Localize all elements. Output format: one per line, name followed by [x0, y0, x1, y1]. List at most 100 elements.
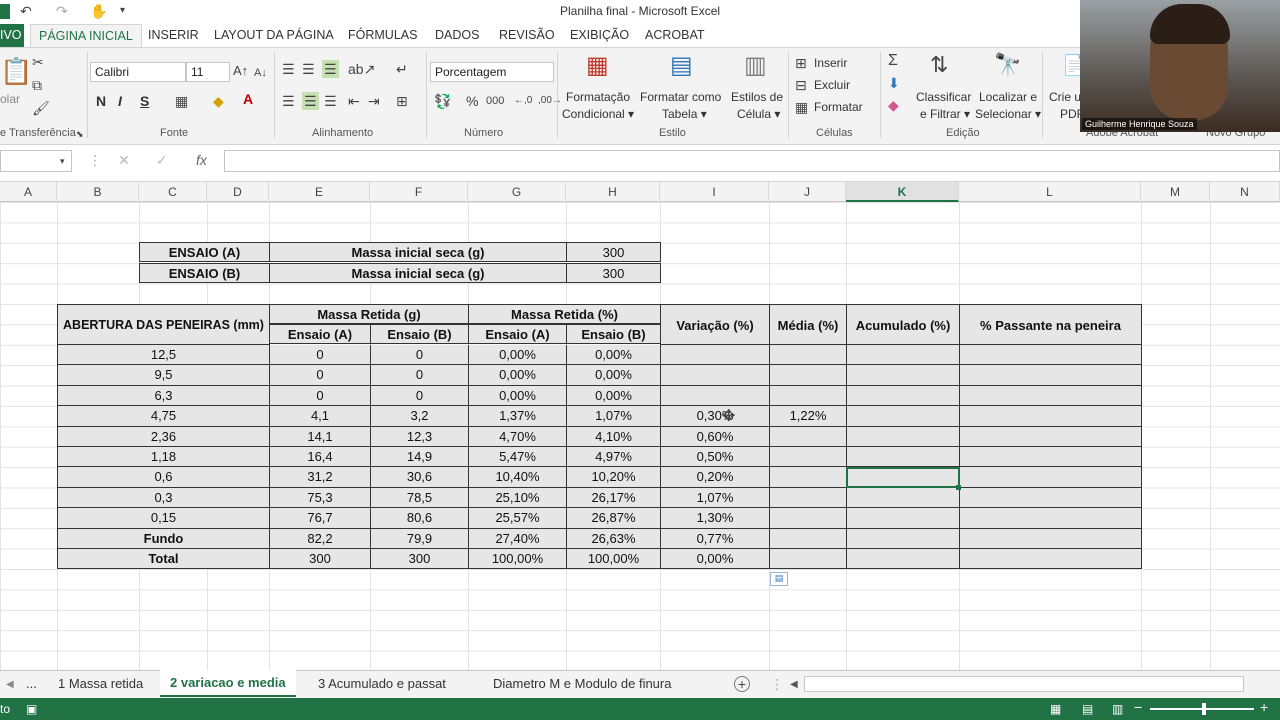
cell-variacao[interactable]: 0,60% — [660, 426, 770, 447]
cell-abertura[interactable]: 12,5 — [57, 345, 270, 366]
header-massa-g-ensaio-a[interactable]: Ensaio (A) — [269, 324, 371, 345]
column-header-i[interactable]: I — [660, 182, 769, 202]
cell-massa-pct-a[interactable]: 100,00% — [468, 549, 567, 570]
cell-massa-g-a[interactable]: 0 — [269, 345, 371, 366]
cell-media[interactable] — [769, 508, 847, 529]
cell-abertura[interactable]: 0,15 — [57, 508, 270, 529]
header-massa-g-ensaio-b[interactable]: Ensaio (B) — [370, 324, 469, 345]
formula-input[interactable] — [224, 150, 1280, 172]
tab-review[interactable]: REVISÃO — [499, 28, 555, 42]
header-massa-pct-ensaio-a[interactable]: Ensaio (A) — [468, 324, 567, 345]
cell-media[interactable] — [769, 528, 847, 549]
paste-label[interactable]: olar — [0, 92, 20, 106]
cell-abertura[interactable]: 0,3 — [57, 487, 270, 509]
decrease-decimal-icon[interactable]: ,00→ — [538, 94, 562, 108]
cell-media[interactable]: 1,22% — [769, 406, 847, 427]
fill-color-icon[interactable]: ◆ — [213, 94, 224, 108]
sort-filter-icon[interactable]: ⇅ — [930, 54, 948, 76]
cell-massa-pct-a[interactable]: 0,00% — [468, 345, 567, 366]
ensaio-a-value[interactable]: 300 — [566, 242, 661, 263]
cell-passante[interactable] — [959, 385, 1142, 407]
align-middle-icon[interactable]: ☰ — [302, 62, 315, 76]
cell-massa-pct-b[interactable]: 4,10% — [566, 426, 661, 447]
column-header-k[interactable]: K — [846, 182, 959, 202]
normal-view-icon[interactable]: ▦ — [1050, 702, 1061, 716]
cell-massa-g-b[interactable]: 12,3 — [370, 426, 469, 447]
cell-massa-g-a[interactable]: 4,1 — [269, 406, 371, 427]
autosum-icon[interactable]: Σ — [888, 53, 898, 69]
column-header-j[interactable]: J — [769, 182, 846, 202]
percent-style-icon[interactable]: % — [466, 94, 478, 108]
macro-record-icon[interactable]: ▣ — [26, 702, 37, 716]
format-as-table-icon[interactable]: ▤ — [670, 54, 693, 78]
underline-button[interactable]: S — [140, 93, 149, 109]
cell-massa-g-b[interactable]: 0 — [370, 365, 469, 386]
cell-passante[interactable] — [959, 447, 1142, 468]
header-variacao[interactable]: Variação (%) — [660, 304, 770, 345]
cell-abertura[interactable]: 4,75 — [57, 406, 270, 427]
cell-massa-pct-a[interactable]: 4,70% — [468, 426, 567, 447]
header-passante[interactable]: % Passante na peneira — [959, 304, 1142, 345]
cell-massa-g-a[interactable]: 0 — [269, 385, 371, 407]
cell-passante[interactable] — [959, 345, 1142, 366]
cell-massa-g-a[interactable]: 300 — [269, 549, 371, 570]
cell-variacao[interactable]: 0,50% — [660, 447, 770, 468]
horizontal-scrollbar[interactable] — [804, 676, 1244, 692]
format-table-line2[interactable]: Tabela ▾ — [662, 107, 707, 121]
zoom-in-icon[interactable]: + — [1260, 700, 1268, 714]
header-media[interactable]: Média (%) — [769, 304, 847, 345]
create-pdf-line1[interactable]: Crie u — [1049, 90, 1081, 104]
ensaio-a-desc[interactable]: Massa inicial seca (g) — [269, 242, 567, 263]
clipboard-launcher-icon[interactable]: ⬊ — [76, 127, 84, 141]
selected-cell-outline[interactable] — [846, 467, 960, 488]
cell-massa-pct-b[interactable]: 26,87% — [566, 508, 661, 529]
cell-massa-g-b[interactable]: 80,6 — [370, 508, 469, 529]
font-color-icon[interactable]: A — [243, 92, 253, 106]
increase-decimal-icon[interactable]: ←,0 — [514, 94, 532, 108]
cell-massa-pct-b[interactable]: 4,97% — [566, 447, 661, 468]
cell-acumulado[interactable] — [846, 385, 960, 407]
cell-massa-g-a[interactable]: 82,2 — [269, 528, 371, 549]
cell-massa-g-b[interactable]: 0 — [370, 345, 469, 366]
cell-media[interactable] — [769, 345, 847, 366]
cell-variacao[interactable]: 0,20% — [660, 467, 770, 488]
align-top-icon[interactable]: ☰ — [282, 62, 295, 76]
page-break-view-icon[interactable]: ▥ — [1112, 702, 1123, 716]
ensaio-a-label[interactable]: ENSAIO (A) — [139, 242, 270, 263]
conditional-format-icon[interactable]: ▦ — [586, 54, 609, 78]
cell-massa-pct-a[interactable]: 25,10% — [468, 487, 567, 509]
paste-icon[interactable]: 📋 — [0, 58, 32, 84]
cell-massa-g-a[interactable]: 16,4 — [269, 447, 371, 468]
cell-massa-pct-b[interactable]: 0,00% — [566, 385, 661, 407]
align-bottom-icon[interactable]: ☰ — [322, 60, 339, 78]
cell-acumulado[interactable] — [846, 487, 960, 509]
sort-filter-line1[interactable]: Classificar — [916, 90, 971, 104]
cell-abertura[interactable]: 2,36 — [57, 426, 270, 447]
cell-passante[interactable] — [959, 426, 1142, 447]
cancel-entry-icon[interactable]: ✕ — [118, 153, 130, 167]
clear-icon[interactable]: ◆ — [888, 98, 899, 112]
cell-massa-g-a[interactable]: 75,3 — [269, 487, 371, 509]
header-massa-pct[interactable]: Massa Retida (%) — [468, 304, 661, 325]
cell-massa-pct-b[interactable]: 0,00% — [566, 345, 661, 366]
zoom-out-icon[interactable]: − — [1134, 700, 1142, 714]
ensaio-b-value[interactable]: 300 — [566, 263, 661, 284]
tab-file[interactable]: IVO — [0, 24, 24, 48]
cell-abertura[interactable]: 9,5 — [57, 365, 270, 386]
cell-massa-pct-a[interactable]: 1,37% — [468, 406, 567, 427]
paste-options-icon[interactable]: ▤ — [770, 572, 788, 586]
cell-acumulado[interactable] — [846, 426, 960, 447]
cell-passante[interactable] — [959, 365, 1142, 386]
cell-massa-g-b[interactable]: 79,9 — [370, 528, 469, 549]
add-sheet-icon[interactable]: + — [734, 676, 750, 692]
cell-media[interactable] — [769, 447, 847, 468]
sort-filter-line2[interactable]: e Filtrar ▾ — [920, 107, 970, 121]
cell-massa-g-a[interactable]: 14,1 — [269, 426, 371, 447]
cell-variacao[interactable]: 0,30% — [660, 406, 770, 427]
align-center-icon[interactable]: ☰ — [302, 92, 319, 110]
insert-cells-button[interactable]: Inserir — [814, 56, 847, 70]
cell-passante[interactable] — [959, 467, 1142, 488]
cell-variacao[interactable] — [660, 365, 770, 386]
tab-insert[interactable]: INSERIR — [148, 28, 199, 42]
cell-massa-g-a[interactable]: 0 — [269, 365, 371, 386]
